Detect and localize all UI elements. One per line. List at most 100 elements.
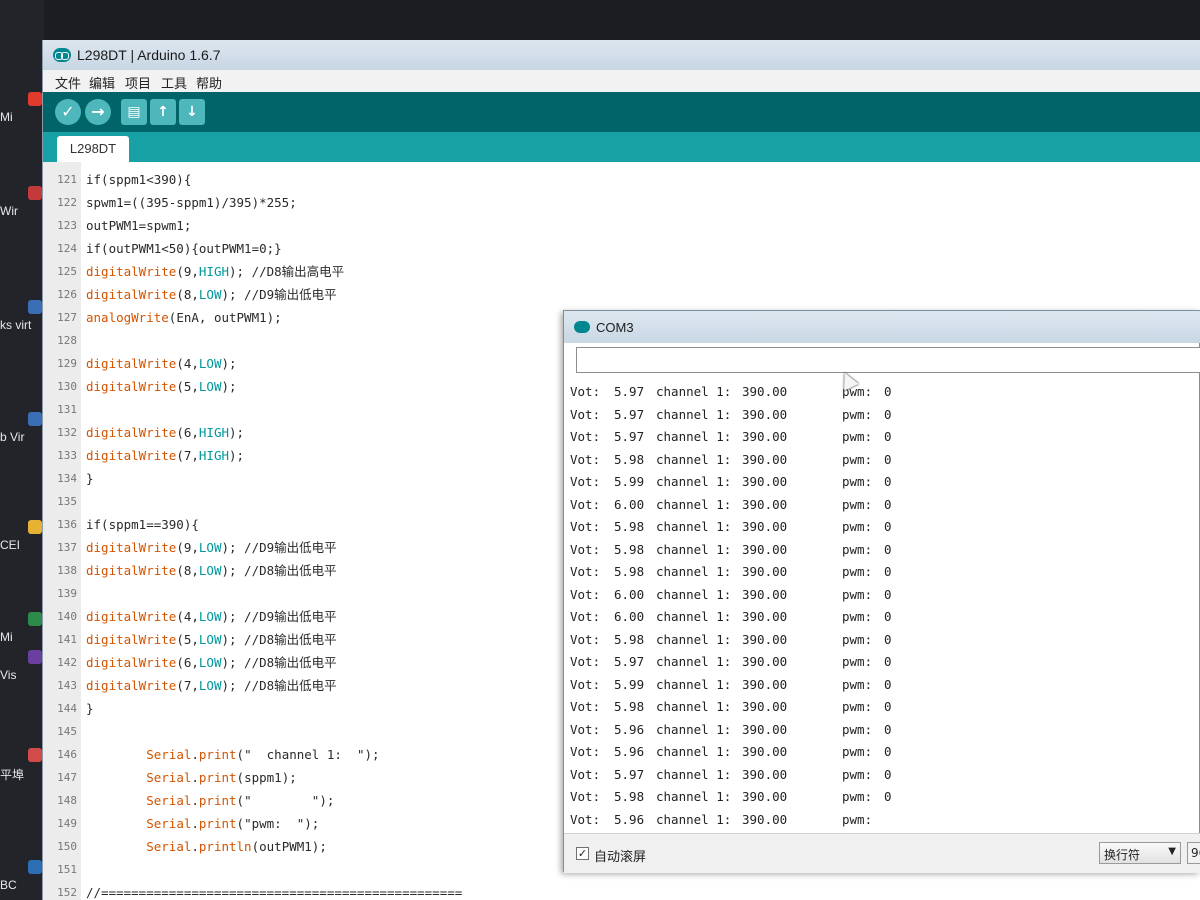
- code-constant: LOW: [198, 655, 222, 670]
- serial-send-input[interactable]: [576, 347, 1200, 373]
- serial-vot-value: 6.00: [614, 586, 645, 602]
- code-token: (9,: [176, 540, 199, 555]
- code-text: digitalWrite(7,HIGH);: [86, 444, 244, 467]
- line-number: 126: [57, 288, 77, 301]
- serial-vot-value: 6.00: [614, 496, 645, 512]
- line-number: 140: [57, 610, 77, 623]
- code-text: digitalWrite(4,LOW); //D9输出低电平: [86, 605, 337, 628]
- serial-vot-label: Vot:: [570, 586, 601, 602]
- desktop-shortcut[interactable]: Vis: [0, 650, 44, 686]
- menu-tools[interactable]: 工具: [161, 73, 187, 92]
- verify-button[interactable]: ✓: [55, 99, 81, 125]
- serial-monitor-title-bar[interactable]: COM3: [564, 311, 1200, 343]
- code-keyword: Serial: [146, 747, 192, 762]
- desktop-shortcut[interactable]: 平埠: [0, 748, 44, 784]
- serial-channel-value: 390.00: [742, 406, 788, 422]
- serial-output-line: Vot: 5.98 channel 1: 390.00 pwm: 0: [570, 786, 1200, 808]
- line-number: 124: [57, 242, 77, 255]
- line-number: 150: [57, 840, 77, 853]
- serial-vot-value: 5.97: [614, 406, 645, 422]
- code-text: digitalWrite(7,LOW); //D8输出低电平: [86, 674, 337, 697]
- serial-output-line: Vot: 5.97 channel 1: 390.00 pwm: 0: [570, 404, 1200, 426]
- desktop-shortcut-label: CEI: [0, 538, 21, 552]
- autoscroll-checkbox[interactable]: ✓: [576, 847, 589, 860]
- tab-l298dt[interactable]: L298DT: [57, 136, 129, 162]
- desktop-shortcut[interactable]: b Vir: [0, 412, 44, 448]
- app-shortcut-icon: [28, 300, 42, 314]
- line-number: 139: [57, 587, 77, 600]
- arduino-logo-icon: [574, 321, 590, 333]
- open-button[interactable]: ↑: [150, 99, 176, 125]
- desktop-shortcut[interactable]: Mi: [0, 612, 44, 648]
- code-line[interactable]: 123 outPWM1=spwm1;: [43, 214, 1200, 237]
- app-shortcut-icon: [28, 186, 42, 200]
- serial-output-line: Vot: 5.96 channel 1: 390.00 pwm:: [570, 809, 1200, 831]
- line-number: 138: [57, 564, 77, 577]
- new-button[interactable]: ▤: [121, 99, 147, 125]
- code-keyword: digitalWrite: [86, 609, 177, 624]
- code-line[interactable]: 152 //===================================…: [43, 881, 1200, 900]
- line-number: 151: [57, 863, 77, 876]
- code-keyword: digitalWrite: [86, 540, 177, 555]
- code-line[interactable]: 125 digitalWrite(9,HIGH); //D8输出高电平: [43, 260, 1200, 283]
- desktop-shortcut[interactable]: BC: [0, 860, 44, 896]
- serial-channel-label: channel 1:: [656, 631, 732, 647]
- upload-button[interactable]: →: [85, 99, 111, 125]
- code-token: (8,: [176, 287, 199, 302]
- line-ending-select[interactable]: 换行符 ▼: [1099, 842, 1181, 864]
- menu-help[interactable]: 帮助: [196, 73, 222, 92]
- menu-bar: 文件 编辑 项目 工具 帮助: [43, 70, 1200, 92]
- serial-channel-value: 390.00: [742, 654, 788, 669]
- serial-pwm-label: pwm:: [842, 474, 873, 489]
- up-arrow-icon: ↑: [157, 104, 169, 120]
- menu-file[interactable]: 文件: [55, 73, 81, 92]
- code-keyword: Serial: [146, 816, 192, 831]
- serial-vot-value: 5.98: [614, 789, 645, 804]
- ide-title-bar[interactable]: L298DT | Arduino 1.6.7: [43, 40, 1200, 70]
- code-token: outPWM1=spwm1;: [86, 218, 192, 233]
- serial-channel-label: channel 1:: [656, 474, 732, 489]
- code-line[interactable]: 124 if(outPWM1<50){outPWM1=0;}: [43, 237, 1200, 260]
- code-token: if(sppm1==390){: [86, 517, 199, 532]
- app-shortcut-icon: [28, 612, 42, 626]
- app-shortcut-icon: [28, 748, 42, 762]
- menu-edit[interactable]: 编辑: [89, 73, 115, 92]
- code-text: digitalWrite(8,LOW); //D8输出低电平: [86, 559, 337, 582]
- serial-output[interactable]: Vot: 5.97 channel 1: 390.00 pwm: 0 Vot: 5.97 cha…: [570, 381, 1200, 833]
- serial-pwm-value: 0: [884, 631, 892, 647]
- code-token: (4,: [176, 356, 199, 371]
- code-line[interactable]: 126 digitalWrite(8,LOW); //D9输出低电平: [43, 283, 1200, 306]
- serial-channel-value: 390.00: [742, 451, 788, 467]
- code-text: digitalWrite(5,LOW); //D8输出低电平: [86, 628, 337, 651]
- desktop-shortcut[interactable]: CEI: [0, 520, 44, 556]
- desktop-shortcut[interactable]: Mi: [0, 92, 44, 128]
- code-line[interactable]: 121 if(sppm1<390){: [43, 168, 1200, 191]
- menu-sketch[interactable]: 项目: [125, 73, 151, 92]
- serial-output-line: Vot: 5.98 channel 1: 390.00 pwm: 0: [570, 696, 1200, 718]
- baud-rate-select[interactable]: 96: [1187, 842, 1200, 864]
- serial-pwm-value: 0: [884, 676, 892, 692]
- autoscroll-label: 自动滚屏: [594, 850, 647, 865]
- serial-output-line: Vot: 5.96 channel 1: 390.00 pwm: 0: [570, 719, 1200, 741]
- serial-pwm-value: 0: [884, 789, 892, 804]
- serial-output-line: Vot: 5.98 channel 1: 390.00 pwm: 0: [570, 449, 1200, 471]
- desktop-shortcut[interactable]: Wir: [0, 186, 44, 222]
- line-number: 130: [57, 380, 77, 393]
- line-number: 122: [57, 196, 77, 209]
- app-shortcut-icon: [28, 520, 42, 534]
- code-constant: HIGH: [198, 448, 229, 463]
- code-token: (9,: [176, 264, 199, 279]
- code-line[interactable]: 122 spwm1=((395-sppm1)/395)*255;: [43, 191, 1200, 214]
- code-token: .: [191, 770, 199, 785]
- desktop-shortcut[interactable]: ks virt: [0, 300, 44, 336]
- serial-vot-value: 5.98: [614, 564, 645, 579]
- code-keyword: Serial: [146, 770, 192, 785]
- desktop-shortcut-label: Mi: [0, 110, 13, 124]
- serial-pwm-label: pwm:: [842, 406, 873, 422]
- serial-pwm-label: pwm:: [842, 631, 873, 647]
- code-text: Serial.print(" ");: [86, 789, 334, 812]
- code-constant: HIGH: [198, 264, 229, 279]
- check-icon: ✓: [61, 102, 75, 121]
- save-button[interactable]: ↓: [179, 99, 205, 125]
